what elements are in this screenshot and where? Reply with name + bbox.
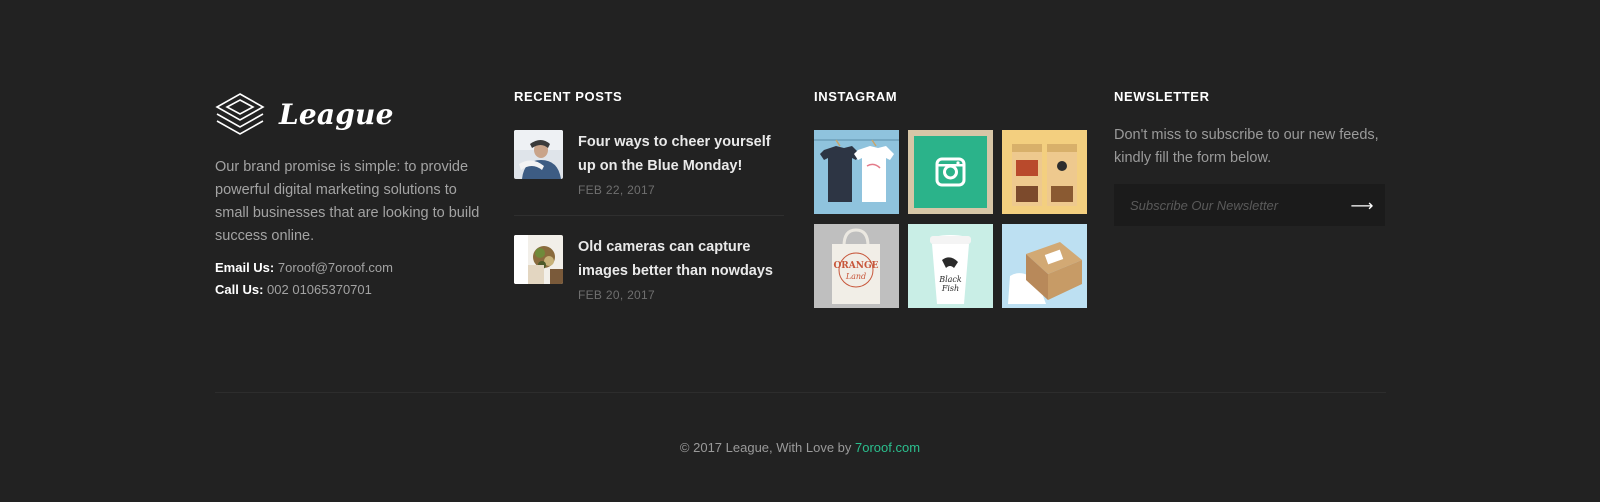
newsletter-title: NEWSLETTER xyxy=(1114,89,1210,104)
post-item: Four ways to cheer yourself up on the Bl… xyxy=(514,130,784,216)
copyright-text: © 2017 League, With Love by xyxy=(679,440,856,455)
post-title[interactable]: Four ways to cheer yourself up on the Bl… xyxy=(578,130,788,178)
instagram-item-coffee-cup[interactable]: Black Fish xyxy=(908,224,993,308)
svg-text:Black: Black xyxy=(938,275,962,284)
email-label: Email Us: xyxy=(215,260,275,275)
copyright: © 2017 League, With Love by 7oroof.com xyxy=(0,440,1600,455)
phone-value[interactable]: 002 01065370701 xyxy=(267,282,372,297)
copyright-link[interactable]: 7oroof.com xyxy=(855,440,920,455)
layers-logo-icon xyxy=(215,93,265,135)
post-thumbnail[interactable] xyxy=(514,235,563,284)
newsletter-submit-button[interactable]: ⟶ xyxy=(1339,184,1385,226)
instagram-item-instagram-logo[interactable] xyxy=(908,130,993,214)
svg-text:Land: Land xyxy=(845,272,866,281)
footer-top: League Our brand promise is simple: to p… xyxy=(0,0,1600,392)
footer-divider xyxy=(215,392,1386,393)
newsletter-form: ⟶ xyxy=(1114,184,1385,226)
recent-posts-title: RECENT POSTS xyxy=(514,89,623,104)
logo[interactable]: League xyxy=(215,92,394,136)
contact-email: Email Us: 7oroof@7oroof.com xyxy=(215,260,393,275)
brand-description: Our brand promise is simple: to provide … xyxy=(215,159,480,244)
post-date: FEB 22, 2017 xyxy=(578,183,655,197)
post-date: FEB 20, 2017 xyxy=(578,288,655,302)
contact-phone: Call Us: 002 01065370701 xyxy=(215,282,372,297)
arrow-right-icon: ⟶ xyxy=(1350,195,1374,215)
phone-label: Call Us: xyxy=(215,282,264,297)
instagram-item-tote-bag[interactable]: ORANGE Land xyxy=(814,224,899,308)
newsletter-text: Don't miss to subscribe to our new feeds… xyxy=(1114,127,1379,166)
instagram-title: INSTAGRAM xyxy=(814,89,898,104)
post-title[interactable]: Old cameras can capture images better th… xyxy=(578,235,788,283)
instagram-item-tshirts[interactable] xyxy=(814,130,899,214)
svg-text:Fish: Fish xyxy=(941,284,959,293)
post-thumbnail[interactable] xyxy=(514,130,563,179)
instagram-item-gift-box[interactable] xyxy=(1002,224,1087,308)
logo-text: League xyxy=(279,97,394,131)
newsletter-email-input[interactable] xyxy=(1114,184,1339,226)
instagram-item-coffee-bags[interactable] xyxy=(1002,130,1087,214)
email-value[interactable]: 7oroof@7oroof.com xyxy=(278,260,393,275)
